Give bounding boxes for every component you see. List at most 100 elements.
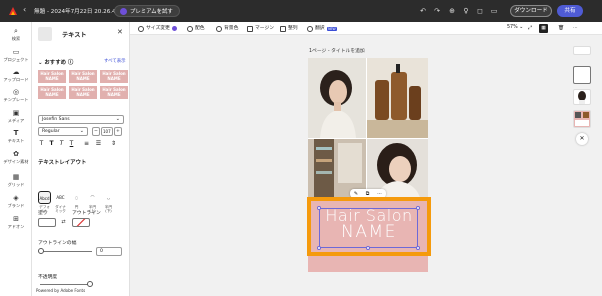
close-icon[interactable]: ✕ <box>576 133 588 145</box>
align-button[interactable]: 整列 <box>280 24 298 33</box>
undo-icon[interactable]: ↶ <box>417 5 429 17</box>
outline-color-swatch[interactable] <box>72 218 90 227</box>
rail-item-text[interactable]: T テキスト <box>0 129 32 144</box>
salon-bottles-photo <box>367 58 428 138</box>
page-thumbnail[interactable] <box>573 46 591 55</box>
layout-arc-down-button[interactable]: ◡ <box>102 191 115 204</box>
text-preset[interactable]: Hair Salon NAME <box>100 70 128 83</box>
rail-item-addons[interactable]: ⊞ アドオン <box>0 215 32 230</box>
opacity-label: 不透明度 <box>38 275 58 280</box>
color-scheme-button[interactable]: 配色 <box>187 24 205 33</box>
text-panel: テキスト ✕ ⌄ おすすめ ⓘ すべて表示 Hair Salon NAME Ha… <box>32 22 130 296</box>
rail-item-design-elements[interactable]: ✿ デザイン素材 <box>0 150 32 165</box>
margin-icon <box>247 25 253 32</box>
text-preset[interactable]: Hair Salon NAME <box>38 70 66 83</box>
decrease-size-button[interactable]: − <box>92 127 100 136</box>
layout-dynamic-button[interactable]: ABC <box>54 191 67 204</box>
powered-by-adobe-fonts[interactable]: Powered by Adobe Fonts <box>36 288 85 293</box>
layer-thumbnail[interactable] <box>573 110 591 128</box>
copy-icon[interactable]: ⧉ <box>366 191 370 197</box>
font-weight-select[interactable]: Regular ⌄ <box>38 127 88 136</box>
text-preset[interactable]: Hair Salon NAME <box>100 86 128 99</box>
layer-thumbnail[interactable] <box>573 89 591 105</box>
bold-icon[interactable]: T <box>47 139 56 148</box>
align-center-icon[interactable]: ≡ <box>82 139 91 148</box>
woman-portrait-photo <box>308 58 366 138</box>
opacity-track[interactable] <box>40 284 92 285</box>
font-size-field[interactable]: 107 <box>101 127 113 136</box>
outline-width-knob[interactable] <box>38 248 44 254</box>
see-all-link[interactable]: すべて表示 <box>104 58 125 64</box>
new-badge: NEW <box>326 26 338 31</box>
share-button[interactable]: 共有 <box>557 5 583 17</box>
text-style-icon[interactable]: T <box>37 139 46 148</box>
salon-photo[interactable] <box>367 58 428 138</box>
adobe-express-logo-icon[interactable] <box>8 6 18 16</box>
font-family-select[interactable]: Josefin Sans ⌄ <box>38 115 124 124</box>
invite-user-icon[interactable]: ⊕ <box>446 5 458 17</box>
underline-icon[interactable]: T <box>67 139 76 148</box>
chevron-down-icon: ⌄ <box>115 116 120 122</box>
page-title-hint[interactable]: 1ページ - タイトルを追加 <box>309 47 365 54</box>
translate-button[interactable]: 翻訳 NEW <box>307 24 338 33</box>
text-layout-heading: テキストレイアウト <box>38 160 87 166</box>
text-preset[interactable]: Hair Salon NAME <box>69 86 97 99</box>
fit-icon[interactable]: ⤢ <box>528 24 532 33</box>
trash-icon[interactable]: 🗑 <box>558 24 564 33</box>
rail-item-upload[interactable]: ☁ アップロード <box>0 68 32 83</box>
line-spacing-icon[interactable]: ⇕ <box>109 139 118 148</box>
grid-view-icon[interactable]: ▦ <box>539 24 548 33</box>
layout-arc-up-button[interactable]: ⌒ <box>86 191 99 204</box>
page-thumbnail-selected[interactable] <box>573 66 591 84</box>
rail-item-search[interactable]: ⌕ 検索 <box>0 27 32 42</box>
redo-icon[interactable]: ↷ <box>431 5 443 17</box>
salon-photo[interactable] <box>308 58 366 138</box>
list-icon[interactable]: ☰ <box>94 139 103 148</box>
opacity-knob[interactable] <box>87 281 93 287</box>
layout-label: ダイナミック <box>55 205 66 214</box>
background-color-icon <box>216 25 222 32</box>
rail-item-projects[interactable]: ▭ プロジェクト <box>0 48 32 63</box>
resize-handle[interactable] <box>317 246 321 250</box>
headline-text[interactable]: Hair Salon NAME <box>318 207 420 241</box>
try-premium-button[interactable]: プレミアムを試す <box>114 5 180 17</box>
download-button[interactable]: ダウンロード <box>510 5 552 17</box>
canvas-toolbar: サイズ変更 配色 背景色 マージン 整列 翻訳 NEW 57% ⌄ ⤢ ▦ 🗑 ⋯ <box>130 22 602 35</box>
recommended-heading[interactable]: ⌄ おすすめ ⓘ <box>38 58 73 66</box>
present-icon[interactable]: ▭ <box>488 5 500 17</box>
folder-icon: ▭ <box>12 48 20 56</box>
fill-color-swatch[interactable] <box>38 218 56 227</box>
close-icon[interactable]: ✕ <box>117 28 123 36</box>
document-title[interactable]: 無題 - 2024年7月22日 20.26.45 <box>34 7 119 15</box>
rail-item-templates[interactable]: ◎ テンプレート <box>0 88 32 103</box>
swap-colors-icon[interactable]: ⇄ <box>59 218 68 227</box>
text-preset[interactable]: Hair Salon NAME <box>38 86 66 99</box>
italic-icon[interactable]: T <box>57 139 66 148</box>
media-icon: ▣ <box>12 109 20 117</box>
layout-circle-button[interactable]: ◌ <box>70 191 83 204</box>
template-icon: ◎ <box>12 88 20 96</box>
background-color-button[interactable]: 背景色 <box>216 24 238 33</box>
outline-width-track[interactable] <box>40 251 92 252</box>
text-preset[interactable]: Hair Salon NAME <box>69 70 97 83</box>
zoom-select[interactable]: 57% ⌄ <box>507 25 523 30</box>
edit-icon[interactable]: ✎ <box>354 191 358 197</box>
more-icon[interactable]: ⋯ <box>377 191 382 197</box>
resize-button[interactable]: サイズ変更 <box>138 24 177 33</box>
lightbulb-icon[interactable]: ♀ <box>460 5 472 17</box>
rail-item-grid[interactable]: ▦ グリッド <box>0 173 32 188</box>
resize-handle[interactable] <box>366 246 370 250</box>
increase-size-button[interactable]: + <box>114 127 122 136</box>
margin-button[interactable]: マージン <box>247 24 274 33</box>
resize-handle[interactable] <box>416 246 420 250</box>
rail-item-media[interactable]: ▣ メディア <box>0 109 32 124</box>
layout-default-button[interactable]: Abcd <box>38 191 51 204</box>
chevron-down-icon: ⌄ <box>79 128 84 134</box>
back-chevron-icon[interactable]: ‹ <box>23 5 26 14</box>
outline-width-field[interactable]: 0 <box>96 247 122 256</box>
rail-item-brand[interactable]: ◈ ブランド <box>0 194 32 209</box>
comment-icon[interactable]: ◻ <box>474 5 486 17</box>
try-premium-label: プレミアムを試す <box>130 9 173 15</box>
more-icon[interactable]: ⋯ <box>573 24 578 33</box>
fill-label: 塗り <box>38 211 48 216</box>
